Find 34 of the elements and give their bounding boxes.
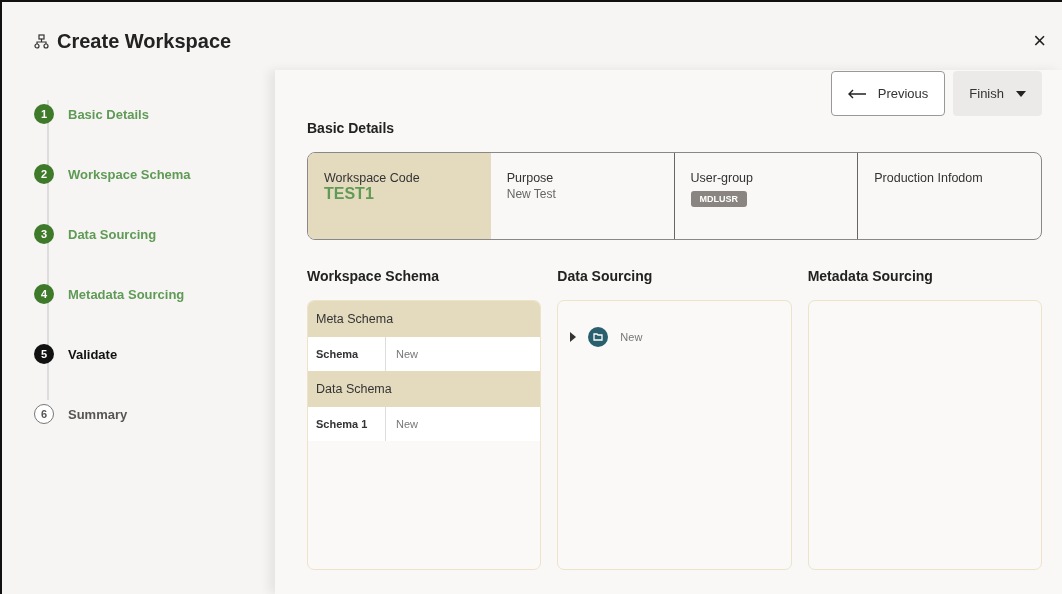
section-title: Data Sourcing (557, 268, 654, 284)
field-label: Production Infodom (874, 171, 984, 185)
step-number: 4 (34, 284, 54, 304)
previous-button[interactable]: Previous (830, 71, 946, 116)
caret-icon[interactable] (570, 332, 577, 342)
step-number: 1 (34, 104, 54, 124)
section-title: Metadata Sourcing (807, 268, 934, 284)
step-label[interactable]: Summary (68, 406, 128, 422)
step-number: 6 (34, 404, 54, 424)
field-label: Purpose (506, 171, 555, 185)
field-value: New Test (506, 187, 557, 201)
step-number: 5 (34, 344, 54, 364)
group-header: Data Schema (308, 371, 541, 407)
step-label[interactable]: Validate (68, 346, 118, 362)
schema-value: New (395, 347, 419, 362)
left-arrow-icon (847, 88, 866, 99)
field-label: User-group (690, 171, 755, 185)
field-value: TEST1 (324, 185, 375, 203)
hierarchy-icon (34, 33, 49, 49)
tree-label[interactable]: New (620, 331, 643, 343)
schema-name: Schema 1 (308, 407, 386, 441)
schema-value: New (395, 417, 419, 432)
section-title: Workspace Schema (307, 268, 441, 284)
step-number: 2 (34, 164, 54, 184)
field-label: Workspace Code (324, 171, 421, 185)
user-group-tag: MDLUSR (690, 191, 747, 207)
finish-button[interactable]: Finish (953, 71, 1042, 116)
group-header: Meta Schema (308, 301, 541, 337)
folder-icon (588, 327, 609, 347)
window-title: Create Workspace (57, 29, 233, 53)
caret-down-icon (1016, 90, 1026, 97)
section-title: Basic Details (307, 120, 396, 136)
close-button[interactable]: × (1029, 28, 1050, 54)
step-number: 3 (34, 224, 54, 244)
